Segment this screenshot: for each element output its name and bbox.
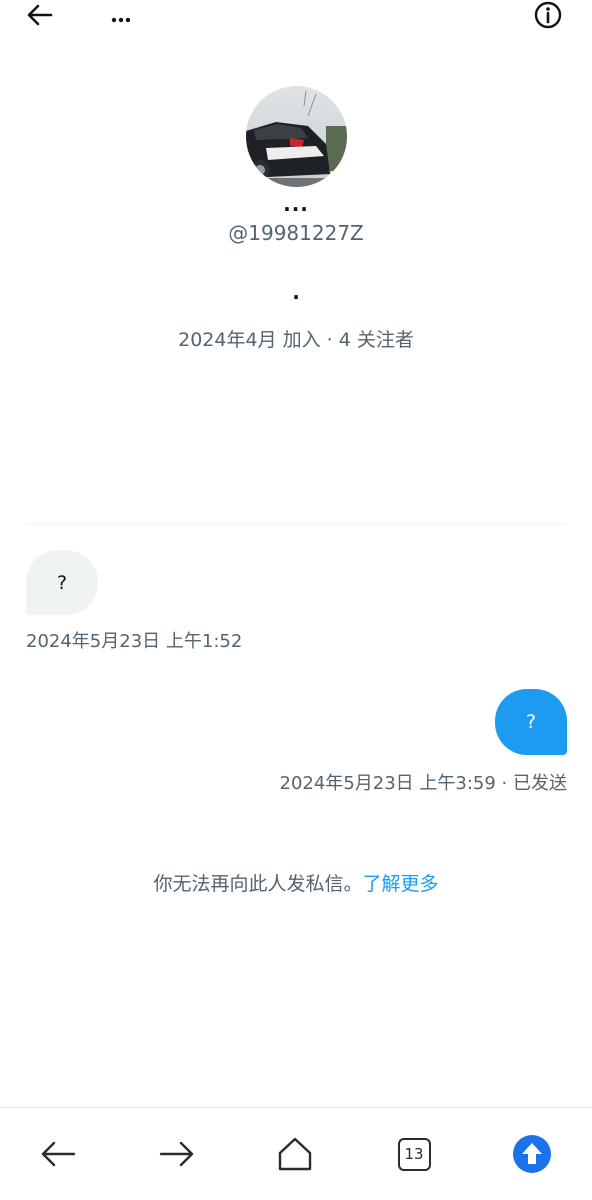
dm-restricted-notice: 你无法再向此人发私信。了解更多 [0, 869, 592, 896]
joined-date: 2024年4月 加入 [178, 329, 321, 351]
tabs-icon: 13 [397, 1137, 431, 1171]
follower-count[interactable]: 4 关注者 [339, 329, 414, 351]
browser-forward-button[interactable] [157, 1134, 197, 1174]
home-icon [278, 1137, 312, 1171]
profile-meta: 2024年4月 加入 · 4 关注者 [0, 325, 592, 352]
browser-bottom-bar: 13 [0, 1107, 592, 1200]
notice-text: 你无法再向此人发私信。 [153, 873, 363, 895]
profile-handle[interactable]: @19981227Z [0, 221, 592, 245]
browser-tabs-button[interactable]: 13 [394, 1134, 434, 1174]
arrow-left-icon [27, 4, 53, 26]
incoming-message-bubble[interactable]: ? [26, 550, 98, 615]
browser-back-button[interactable] [38, 1134, 78, 1174]
forward-arrow-icon [159, 1141, 194, 1167]
browser-upload-button[interactable] [512, 1134, 552, 1174]
info-icon [534, 1, 562, 29]
back-arrow-icon [41, 1141, 76, 1167]
meta-separator: · [495, 773, 513, 794]
avatar[interactable] [246, 86, 347, 187]
conversation-info-button[interactable] [533, 0, 563, 30]
top-bar [0, 0, 592, 34]
message-timestamp-status: 2024年5月23日 上午3:59 · 已发送 [280, 769, 567, 795]
dm-conversation-screen: ... @19981227Z . 2024年4月 加入 · 4 关注者 ? 20… [0, 0, 592, 1200]
message-timestamp: 2024年5月23日 上午3:59 [279, 773, 496, 794]
message-text: ? [56, 571, 68, 594]
message-text: ? [525, 711, 537, 733]
outgoing-message-bubble[interactable]: ? [495, 689, 567, 755]
tab-count: 13 [404, 1145, 424, 1163]
learn-more-link[interactable]: 了解更多 [363, 873, 439, 895]
divider [26, 523, 566, 524]
back-button[interactable] [26, 2, 54, 28]
profile-name: ... [283, 192, 309, 216]
message-status: 已发送 [513, 773, 567, 794]
avatar-car-image [246, 86, 347, 187]
more-button[interactable] [110, 8, 134, 28]
browser-home-button[interactable] [275, 1134, 315, 1174]
profile-bio: . [292, 280, 300, 304]
upload-icon [513, 1135, 551, 1173]
message-timestamp: 2024年5月23日 上午1:52 [26, 631, 243, 652]
meta-separator: · [320, 329, 339, 351]
more-horizontal-icon [111, 17, 131, 23]
